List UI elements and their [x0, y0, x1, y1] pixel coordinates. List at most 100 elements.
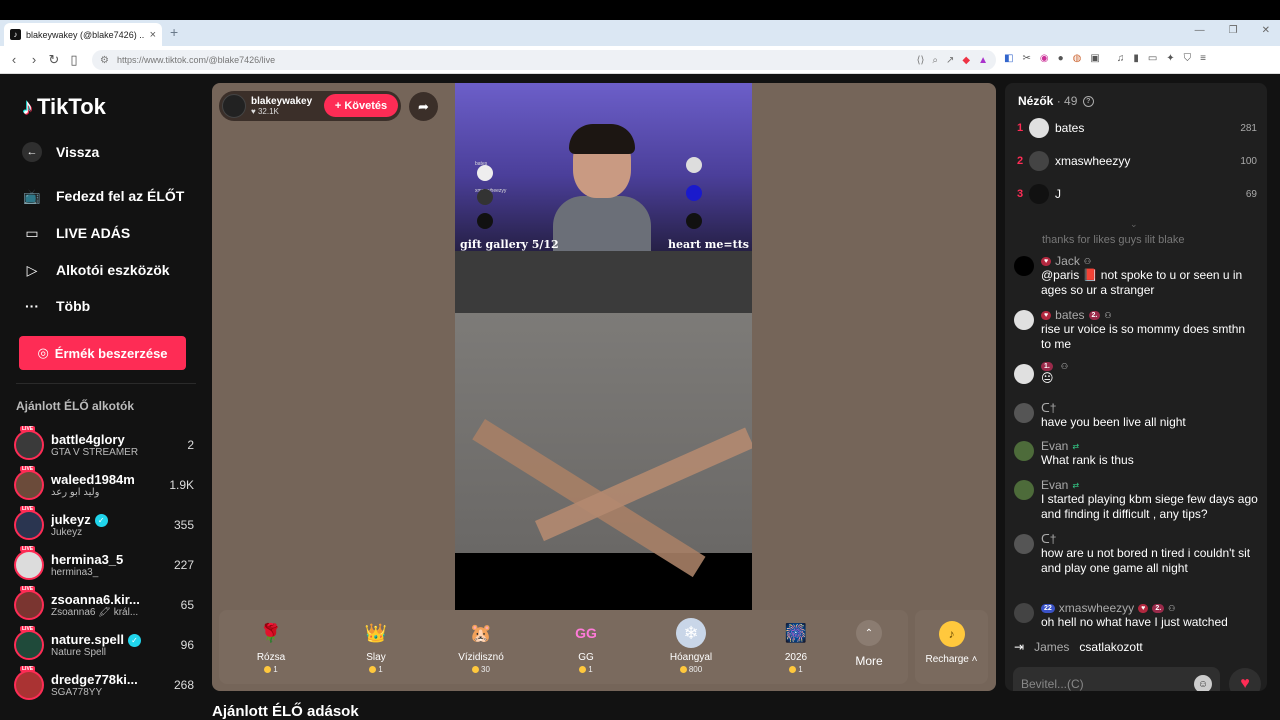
vpn-icon[interactable]: ⛉ — [1184, 53, 1192, 64]
recharge-button[interactable]: ♪ Recharge ˄ — [915, 610, 988, 684]
tab-close-icon[interactable]: × — [150, 29, 156, 41]
url-field[interactable]: ⚙ https://www.tiktok.com/@blake7426/live… — [92, 50, 996, 70]
media-icon[interactable]: ♫ — [1117, 53, 1125, 64]
extension-icon[interactable]: ✂ — [1022, 53, 1030, 64]
creator-avatar[interactable]: LIVE — [14, 506, 44, 540]
chat-text: @paris 📕 not spoke to u or seen u in age… — [1041, 268, 1243, 297]
chat-avatar[interactable] — [1014, 480, 1034, 500]
gift-item[interactable]: 🌹 Rózsa 1 — [231, 618, 311, 675]
viewer-row[interactable]: 1 bates 281 — [1017, 116, 1257, 140]
creator-avatar[interactable]: LIVE — [14, 546, 44, 580]
creator-item[interactable]: LIVE dredge778ki... SGA778YY 268 — [14, 666, 194, 703]
creator-item[interactable]: LIVE nature.spell ✓ Nature Spell 96 — [14, 626, 194, 663]
chat-username[interactable]: ᑕ† — [1041, 532, 1056, 546]
creator-avatar[interactable]: LIVE — [14, 426, 44, 460]
chat-avatar[interactable] — [1014, 310, 1034, 330]
live-video[interactable]: bates xmaswheezyy gift gallery 5/12 hear… — [455, 83, 752, 610]
creator-item[interactable]: LIVE battle4glory GTA V STREAMER 2 — [14, 426, 194, 463]
minimize-icon[interactable]: — — [1195, 25, 1205, 36]
creator-avatar[interactable]: LIVE — [14, 586, 44, 620]
creator-viewer-count: 96 — [180, 638, 194, 652]
creator-item[interactable]: LIVE waleed1984m وليد ابو رعد 1.9K — [14, 466, 194, 503]
gift-item[interactable]: GG GG 1 — [546, 618, 626, 674]
like-heart-button[interactable]: ♥ — [1229, 668, 1261, 691]
chat-avatar[interactable] — [1014, 256, 1034, 276]
site-info-icon[interactable]: ⚙ — [100, 55, 109, 66]
emoji-icon[interactable]: ☺ — [1194, 675, 1212, 691]
forward-arrow-icon[interactable]: › — [24, 52, 44, 67]
follow-button[interactable]: + Követés — [324, 94, 398, 117]
help-icon[interactable]: ? — [1082, 96, 1094, 108]
new-tab-icon[interactable]: + — [170, 24, 178, 40]
nav-back[interactable]: ← Vissza — [22, 142, 99, 162]
zoom-icon[interactable]: ⌕ — [932, 55, 938, 66]
gift-price: 1 — [231, 665, 311, 674]
bookmark-icon[interactable]: ▯ — [64, 52, 84, 68]
wallet-icon[interactable]: ▭ — [1148, 53, 1157, 64]
gift-item[interactable]: 🐹 Vízidisznó 30 — [441, 618, 521, 675]
creator-avatar[interactable]: LIVE — [14, 666, 44, 700]
viewer-row[interactable]: 2 xmaswheezyy 100 — [1017, 149, 1257, 173]
chat-avatar[interactable] — [1014, 403, 1034, 423]
creator-text: battle4glory GTA V STREAMER — [51, 432, 181, 458]
chat-avatar[interactable] — [1014, 441, 1034, 461]
rewards-icon[interactable]: ▲ — [978, 55, 988, 66]
reload-icon[interactable]: ↻ — [44, 52, 64, 68]
verified-icon: ✓ — [127, 634, 141, 648]
back-arrow-icon[interactable]: ‹ — [4, 52, 24, 67]
nav-explore-live[interactable]: 📺 Fedezd fel az ÉLŐT — [22, 186, 184, 206]
chat-input[interactable]: Bevitel...(C) ☺ — [1013, 667, 1220, 691]
nav-more[interactable]: ··· Több — [22, 296, 90, 316]
nav-go-live[interactable]: ▭ LIVE ADÁS — [22, 223, 130, 243]
translate-icon[interactable]: ⟨⟩ — [917, 55, 925, 66]
ai-icon[interactable]: ✦ — [1166, 53, 1174, 64]
chat-username[interactable]: Jack — [1055, 254, 1080, 268]
extension-icon[interactable]: ◉ — [1040, 53, 1049, 64]
gift-item[interactable]: 👑 Slay 1 — [336, 618, 416, 675]
heart-small-icon: ♥ — [251, 107, 258, 116]
host-info[interactable]: blakeywakey ♥ 32.1K + Követés — [219, 91, 401, 121]
extension-icon[interactable]: ◍ — [1073, 53, 1082, 64]
chat-message: 1. ⚇ 😐 — [1014, 362, 1258, 386]
gift-item[interactable]: ❄ Hóangyal 800 — [651, 618, 731, 674]
menu-icon[interactable]: ≡ — [1200, 53, 1206, 64]
nav-creator-tools[interactable]: ▷ Alkotói eszközök — [22, 260, 170, 280]
gift-item[interactable]: 🎆 2026 1 — [756, 618, 836, 675]
share-icon[interactable]: ➦ — [409, 92, 438, 121]
tiktok-logo[interactable]: ♪ TikTok — [22, 94, 106, 120]
get-coins-button[interactable]: ◎ Érmék beszerzése — [19, 336, 186, 370]
extension-icon[interactable]: ▣ — [1090, 53, 1099, 64]
chat-message: 22 xmaswheezyy ♥ 2. ⚇ oh hell no what have I … — [1014, 601, 1258, 630]
chevron-down-icon[interactable]: ⌄ — [1130, 219, 1138, 230]
chat-username[interactable]: Evan — [1041, 439, 1068, 453]
extension-icon[interactable]: ● — [1058, 53, 1064, 64]
coin-icon — [264, 666, 272, 674]
chat-username[interactable]: bates — [1055, 308, 1084, 322]
extension-icon[interactable]: ◧ — [1004, 53, 1013, 64]
host-name[interactable]: blakeywakey — [251, 96, 312, 107]
creator-avatar[interactable]: LIVE — [14, 466, 44, 500]
chat-text: 😐 — [1041, 371, 1054, 385]
brave-shield-icon[interactable]: ◆ — [962, 55, 970, 66]
chat-avatar[interactable] — [1014, 534, 1034, 554]
creator-avatar[interactable]: LIVE — [14, 626, 44, 660]
sidebar-toggle-icon[interactable]: ▮ — [1133, 53, 1139, 64]
share-page-icon[interactable]: ↗ — [946, 55, 954, 66]
browser-tab[interactable]: ♪ blakeywakey (@blake7426) ... × — [4, 23, 162, 46]
creator-name-text: battle4glory — [51, 432, 125, 447]
chat-avatar[interactable] — [1014, 364, 1034, 384]
chat-username[interactable]: ᑕ† — [1041, 401, 1056, 415]
restore-icon[interactable]: ❐ — [1229, 25, 1238, 36]
creator-item[interactable]: LIVE hermina3_5 hermina3_ 227 — [14, 546, 194, 583]
chat-avatar[interactable] — [1014, 603, 1034, 623]
verified-icon: ✓ — [94, 514, 108, 528]
more-gifts-button[interactable]: ⌃ More — [844, 620, 894, 668]
viewer-row[interactable]: 3 J 69 — [1017, 182, 1257, 206]
creator-item[interactable]: LIVE zsoanna6.kir... Zsoanna6 🖍 král... 65 — [14, 586, 194, 623]
chat-username[interactable]: xmaswheezyy — [1059, 601, 1134, 615]
creator-item[interactable]: LIVE jukeyz ✓ Jukeyz 355 — [14, 506, 194, 543]
chat-username[interactable]: Evan — [1041, 478, 1068, 492]
host-avatar[interactable] — [222, 94, 246, 118]
window-close-icon[interactable]: ✕ — [1262, 25, 1270, 36]
creator-text: zsoanna6.kir... Zsoanna6 🖍 král... — [51, 592, 175, 618]
